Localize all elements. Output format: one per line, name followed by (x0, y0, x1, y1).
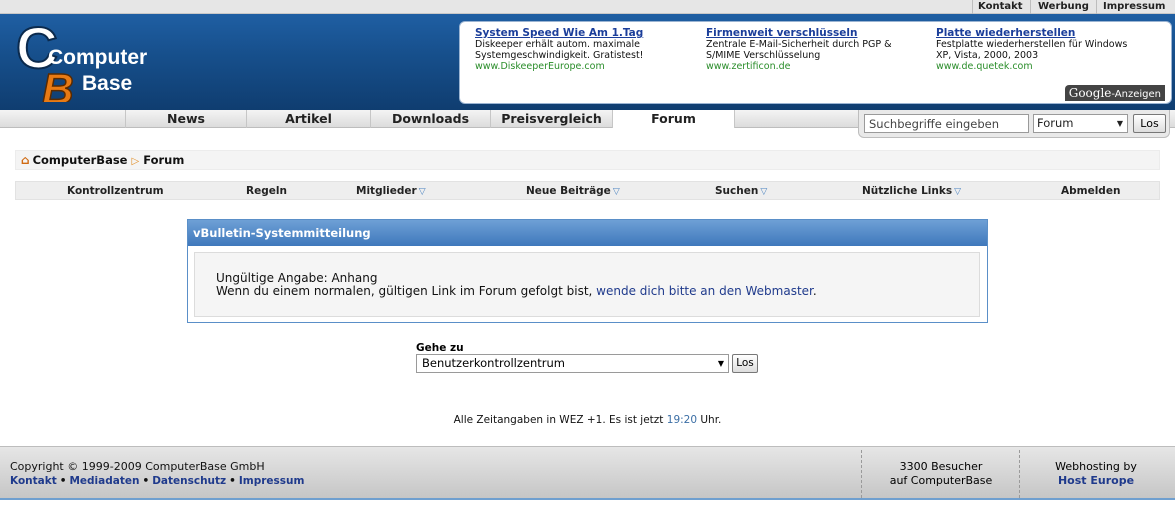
search-scope-value: Forum (1037, 116, 1074, 130)
member-nav-neue-beitraege-label: Neue Beiträge (526, 185, 611, 197)
divider (1096, 0, 1097, 14)
member-nav-abmelden[interactable]: Abmelden (1061, 182, 1120, 200)
time-info-suffix: Uhr. (697, 414, 722, 426)
system-message-body: Ungültige Angabe: Anhang Wenn du einem n… (194, 252, 980, 317)
ad-text: Diskeeper erhält autom. maximale (475, 39, 640, 50)
separator: • (229, 475, 236, 487)
breadcrumb-forum[interactable]: Forum (143, 153, 184, 167)
visitor-count-number: 3300 Besucher (899, 460, 983, 473)
ad-text: XP, Vista, 2000, 2003 (936, 50, 1039, 61)
member-nav-suchen-label: Suchen (715, 185, 759, 197)
ad-url[interactable]: www.zertificon.de (706, 61, 931, 72)
logo-text-base: Base (82, 72, 132, 95)
search-button[interactable]: Los (1133, 114, 1166, 133)
ad-url[interactable]: www.DiskeeperEurope.com (475, 61, 700, 72)
svg-text:B: B (42, 65, 74, 102)
copyright: Copyright © 1999-2009 ComputerBase GmbH (10, 460, 265, 473)
ad-item[interactable]: Firmenweit verschlüsseln Zentrale E-Mail… (706, 28, 931, 73)
member-nav-regeln[interactable]: Regeln (246, 182, 287, 200)
host-europe-link[interactable]: Host Europe (1058, 474, 1134, 487)
current-time: 19:20 (666, 414, 698, 426)
ad-title[interactable]: Firmenweit verschlüsseln (706, 28, 931, 39)
ad-text: Systemgeschwindigkeit. Gratistest! (475, 50, 644, 61)
dropdown-icon: ▽ (612, 187, 620, 197)
dropdown-icon: ▽ (954, 187, 961, 197)
search-bar: Forum ▼ Los (858, 110, 1170, 138)
member-nav: Kontrollzentrum Regeln Mitglieder ▽ Neue … (15, 181, 1160, 200)
footer-link-impressum[interactable]: Impressum (239, 475, 305, 487)
system-message-title: vBulletin-Systemmitteilung (188, 220, 987, 246)
chevron-down-icon: ▼ (1116, 119, 1123, 128)
footer-link-kontakt[interactable]: Kontakt (10, 475, 57, 487)
help-text: Wenn du einem normalen, gültigen Link im… (216, 284, 597, 298)
forum-jump-select[interactable]: Benutzerkontrollzentrum ▼ (416, 354, 729, 373)
google-suffix: -Anzeigen (1111, 89, 1161, 100)
breadcrumb-computerbase[interactable]: ComputerBase (33, 153, 128, 167)
nav-downloads[interactable]: Downloads (370, 110, 490, 128)
search-scope-select[interactable]: Forum ▼ (1033, 114, 1128, 133)
nav-artikel[interactable]: Artikel (246, 110, 370, 128)
time-info-text: Alle Zeitangaben in WEZ +1. Es ist jetzt (453, 414, 667, 426)
member-nav-suchen[interactable]: Suchen ▽ (715, 182, 767, 200)
member-nav-mitglieder-label: Mitglieder (356, 185, 417, 197)
member-nav-neue-beitraege[interactable]: Neue Beiträge ▽ (526, 182, 620, 200)
visitor-count-label: auf ComputerBase (889, 474, 993, 487)
ad-text: Festplatte wiederherstellen für Windows (936, 39, 1128, 50)
ad-text: Zentrale E-Mail-Sicherheit durch PGP & (706, 39, 892, 50)
forum-jump: Gehe zu Benutzerkontrollzentrum ▼ Los (416, 342, 761, 374)
ad-title[interactable]: System Speed Wie Am 1.Tag (475, 28, 700, 39)
breadcrumb: ⌂ ComputerBase ▷ Forum (15, 150, 1160, 170)
member-nav-kontrollzentrum[interactable]: Kontrollzentrum (67, 182, 164, 200)
forum-jump-label: Gehe zu (416, 342, 464, 354)
help-line: Wenn du einem normalen, gültigen Link im… (216, 285, 979, 298)
ad-url[interactable]: www.de.quetek.com (936, 61, 1161, 72)
ad-title[interactable]: Platte wiederherstellen (936, 28, 1161, 39)
search-input[interactable] (864, 114, 1029, 133)
nav-preisvergleich[interactable]: Preisvergleich (490, 110, 612, 128)
ad-item[interactable]: System Speed Wie Am 1.Tag Diskeeper erhä… (475, 28, 700, 73)
forum-jump-value: Benutzerkontrollzentrum (422, 356, 566, 370)
computerbase-logo[interactable]: C Computer B Base (12, 22, 162, 102)
top-links-bar: Kontakt Werbung Impressum (0, 0, 1175, 14)
visitor-count: 3300 Besucher auf ComputerBase (862, 460, 1020, 488)
separator: • (142, 475, 150, 487)
time-info: Alle Zeitangaben in WEZ +1. Es ist jetzt… (0, 414, 1175, 426)
help-text-end: . (812, 284, 817, 298)
hosting-label: Webhosting by (1055, 460, 1137, 473)
system-message-panel: vBulletin-Systemmitteilung Ungültige Ang… (187, 219, 988, 323)
arrow-right-icon: ▷ (131, 156, 140, 167)
dropdown-icon: ▽ (760, 187, 768, 197)
member-nav-nuetzliche-links-label: Nützliche Links (862, 185, 953, 197)
footer-links: Kontakt • Mediadaten • Datenschutz • Impressum (10, 475, 304, 487)
top-link-impressum[interactable]: Impressum (1103, 1, 1165, 13)
site-header: C Computer B Base System Speed Wie Am 1.… (0, 14, 1175, 110)
nav-news[interactable]: News (125, 110, 246, 128)
dropdown-icon: ▽ (418, 187, 426, 197)
ad-text: S/MIME Verschlüsselung (706, 50, 821, 61)
google-brand: Google (1068, 86, 1112, 100)
top-link-kontakt[interactable]: Kontakt (978, 1, 1023, 13)
site-footer: Copyright © 1999-2009 ComputerBase GmbH … (0, 446, 1175, 500)
home-icon[interactable]: ⌂ (21, 153, 30, 167)
footer-link-mediadaten[interactable]: Mediadaten (69, 475, 139, 487)
google-ads-label[interactable]: Google-Anzeigen (1064, 85, 1165, 101)
divider (1030, 0, 1031, 14)
ad-box: System Speed Wie Am 1.Tag Diskeeper erhä… (459, 21, 1172, 104)
ad-item[interactable]: Platte wiederherstellen Festplatte wiede… (936, 28, 1161, 73)
nav-forum[interactable]: Forum (612, 110, 735, 128)
chevron-down-icon: ▼ (717, 359, 724, 368)
footer-link-datenschutz[interactable]: Datenschutz (152, 475, 226, 487)
separator: • (59, 475, 67, 487)
member-nav-mitglieder[interactable]: Mitglieder ▽ (356, 182, 426, 200)
forum-jump-button[interactable]: Los (732, 354, 758, 373)
member-nav-nuetzliche-links[interactable]: Nützliche Links ▽ (862, 182, 961, 200)
divider (972, 0, 973, 14)
contact-webmaster-link[interactable]: wende dich bitte an den Webmaster (596, 284, 813, 298)
hosting-info: Webhosting by Host Europe (1020, 460, 1172, 488)
top-link-werbung[interactable]: Werbung (1038, 1, 1089, 13)
